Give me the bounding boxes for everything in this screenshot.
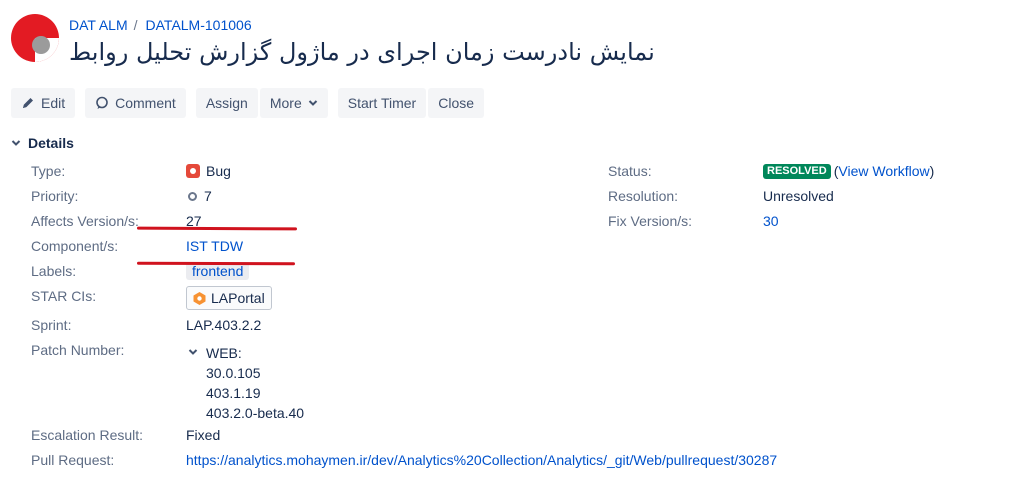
patch-version: 30.0.105 bbox=[206, 365, 261, 381]
escalation-result-value: Fixed bbox=[186, 427, 221, 443]
labels-label: Labels: bbox=[31, 263, 77, 279]
star-ci-value: LAPortal bbox=[211, 290, 265, 306]
sprint-label: Sprint: bbox=[31, 317, 72, 333]
breadcrumb: DAT ALM / DATALM-101006 bbox=[69, 17, 252, 33]
resolution-label: Resolution: bbox=[608, 188, 679, 204]
patch-version: 403.2.0-beta.40 bbox=[206, 405, 305, 421]
priority-label: Priority: bbox=[31, 188, 79, 204]
start-timer-button[interactable]: Start Timer bbox=[337, 88, 427, 118]
type-value-text: Bug bbox=[206, 163, 231, 179]
details-heading: Details bbox=[28, 135, 74, 151]
comment-button[interactable]: Comment bbox=[85, 88, 186, 118]
comment-button-label: Comment bbox=[115, 95, 176, 111]
pull-request-label: Pull Request: bbox=[31, 452, 115, 468]
patch-version: 403.1.19 bbox=[206, 385, 261, 401]
comment-icon bbox=[95, 96, 109, 110]
issue-title[interactable]: نمایش نادرست زمان اجرای در ماژول گزارش ت… bbox=[69, 38, 655, 66]
escalation-result-label: Escalation Result: bbox=[31, 427, 144, 443]
project-logo bbox=[11, 14, 59, 62]
hexagon-gear-icon bbox=[192, 291, 207, 306]
details-section-toggle[interactable]: Details bbox=[11, 135, 74, 151]
patch-group-label: WEB: bbox=[206, 345, 242, 361]
assign-button[interactable]: Assign bbox=[195, 88, 258, 118]
priority-value-text: 7 bbox=[204, 188, 212, 204]
edit-button[interactable]: Edit bbox=[11, 88, 76, 118]
component-label: Component/s: bbox=[31, 238, 119, 254]
priority-icon bbox=[188, 191, 197, 201]
patch-number-values: WEB: 30.0.105 403.1.19 403.2.0-beta.40 bbox=[206, 343, 304, 423]
component-link[interactable]: IST TDW bbox=[186, 238, 243, 254]
breadcrumb-project-link[interactable]: DAT ALM bbox=[69, 17, 128, 33]
workflow-paren-close: ) bbox=[929, 163, 935, 179]
star-cis-label: STAR CIs: bbox=[31, 288, 97, 304]
patch-number-label: Patch Number: bbox=[31, 342, 125, 358]
pull-request-link[interactable]: https://analytics.mohaymen.ir/dev/Analyt… bbox=[186, 452, 777, 468]
status-badge: RESOLVED bbox=[763, 163, 831, 179]
sprint-value: LAP.403.2.2 bbox=[186, 317, 262, 333]
chevron-down-icon bbox=[11, 139, 21, 147]
more-button-label: More bbox=[269, 95, 302, 111]
chevron-down-icon[interactable] bbox=[188, 348, 198, 356]
close-button[interactable]: Close bbox=[428, 88, 485, 118]
bug-icon bbox=[186, 164, 200, 178]
issue-toolbar: Edit Comment Assign More Start Timer Clo… bbox=[11, 88, 486, 118]
annotation-underline bbox=[136, 226, 298, 231]
affects-version-label: Affects Version/s: bbox=[31, 213, 139, 229]
fix-version-link[interactable]: 30 bbox=[763, 213, 779, 229]
resolution-value: Unresolved bbox=[763, 188, 834, 204]
type-value: Bug bbox=[186, 163, 231, 179]
priority-value: 7 bbox=[188, 188, 212, 204]
status-value: RESOLVED ( View Workflow ) bbox=[763, 163, 934, 179]
annotation-underline bbox=[136, 261, 296, 266]
view-workflow-link[interactable]: View Workflow bbox=[838, 163, 929, 179]
status-label: Status: bbox=[608, 163, 652, 179]
chevron-down-icon bbox=[308, 99, 318, 107]
star-ci-tag[interactable]: LAPortal bbox=[186, 286, 272, 310]
edit-button-label: Edit bbox=[41, 95, 66, 111]
pencil-icon bbox=[21, 96, 35, 110]
breadcrumb-separator: / bbox=[133, 17, 138, 33]
breadcrumb-issue-key-link[interactable]: DATALM-101006 bbox=[146, 17, 252, 33]
more-button[interactable]: More bbox=[259, 88, 328, 118]
fix-version-label: Fix Version/s: bbox=[608, 213, 693, 229]
type-label: Type: bbox=[31, 163, 66, 179]
